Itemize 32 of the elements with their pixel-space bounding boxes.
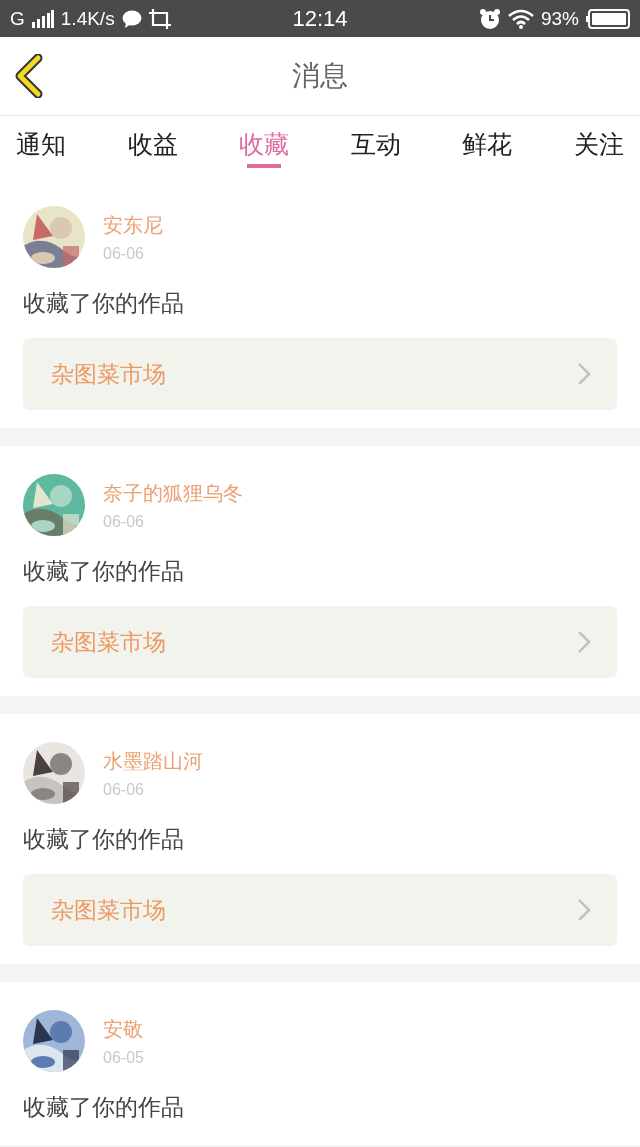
user-name[interactable]: 水墨踏山河 bbox=[103, 747, 203, 775]
message-text: 收藏了你的作品 bbox=[23, 289, 185, 318]
chevron-right-icon bbox=[577, 362, 591, 386]
work-link[interactable]: 杂图菜市场 bbox=[23, 874, 617, 946]
user-name[interactable]: 安敬 bbox=[103, 1015, 144, 1043]
tab[interactable]: 关注 bbox=[563, 116, 634, 178]
chat-bubble-icon bbox=[121, 9, 142, 28]
signal-icon bbox=[31, 9, 54, 28]
message-text: 收藏了你的作品 bbox=[23, 557, 185, 586]
tab[interactable]: 通知 bbox=[6, 116, 76, 178]
network-speed: 1.4K/s bbox=[60, 7, 115, 30]
user-name[interactable]: 奈子的狐狸乌冬 bbox=[103, 479, 243, 507]
tab[interactable]: 互动 bbox=[340, 116, 411, 178]
battery-percent: 93% bbox=[540, 7, 579, 30]
page-title: 消息 bbox=[292, 58, 348, 94]
battery-icon bbox=[586, 8, 630, 29]
work-link[interactable]: 杂图菜市场 bbox=[23, 338, 617, 410]
tab[interactable]: 鲜花 bbox=[452, 116, 523, 178]
chevron-right-icon bbox=[577, 898, 591, 922]
wifi-icon bbox=[507, 8, 534, 29]
message-text: 收藏了你的作品 bbox=[23, 825, 185, 854]
alarm-clock-icon bbox=[478, 7, 501, 30]
crop-icon bbox=[148, 8, 171, 29]
back-chevron-icon bbox=[14, 54, 44, 98]
user-name[interactable]: 安东尼 bbox=[103, 211, 163, 239]
message-text: 收藏了你的作品 bbox=[23, 1093, 185, 1122]
tab[interactable]: 收益 bbox=[117, 116, 188, 178]
clock: 12:14 bbox=[291, 5, 349, 32]
chevron-right-icon bbox=[577, 630, 591, 654]
back-button[interactable] bbox=[14, 54, 44, 98]
network-type: G bbox=[10, 7, 25, 30]
work-link[interactable]: 杂图菜市场 bbox=[23, 606, 617, 678]
